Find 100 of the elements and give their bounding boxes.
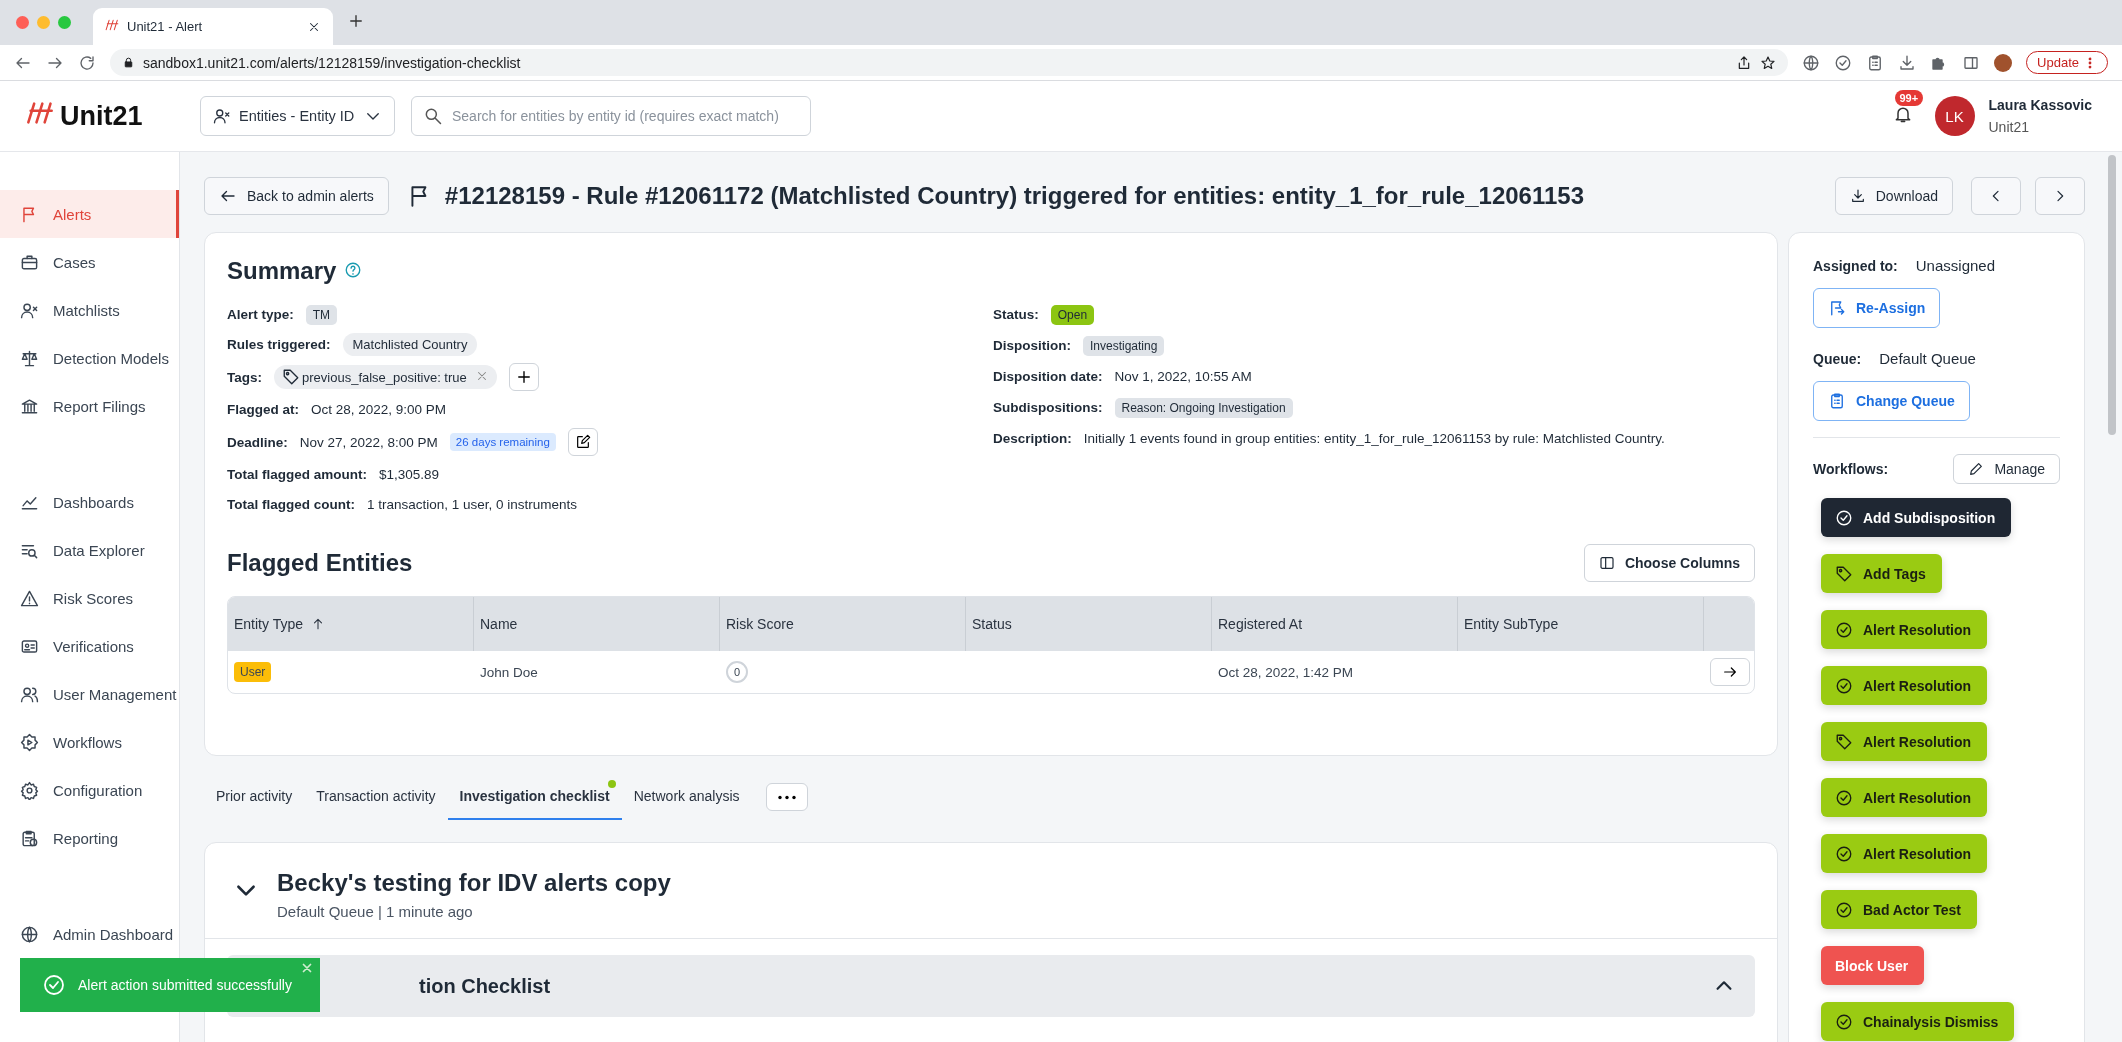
field-label: Assigned to: — [1813, 257, 1898, 274]
column-header[interactable]: Name — [474, 597, 720, 651]
field-value: Default Queue — [1879, 350, 1976, 367]
check-circle-icon — [1835, 620, 1853, 639]
field-label: Description: — [993, 431, 1072, 446]
field-value: 1 transaction, 1 user, 0 instruments — [367, 497, 578, 512]
column-header[interactable]: Risk Score — [720, 597, 966, 651]
briefcase-icon — [20, 252, 39, 272]
check-circle-icon — [1835, 900, 1853, 919]
more-button[interactable] — [765, 783, 808, 811]
tab[interactable]: Transaction activity — [304, 774, 448, 820]
settings-icon — [20, 780, 39, 800]
check-circle-icon — [42, 973, 66, 997]
field-label: Rules triggered: — [227, 337, 331, 352]
previous-button[interactable] — [1971, 177, 2021, 215]
reassign-button[interactable]: Re-Assign — [1813, 288, 1941, 328]
arrow-right-icon — [1722, 664, 1738, 680]
field-label: Disposition: — [993, 338, 1071, 353]
sidebar-item[interactable]: Reporting — [0, 814, 179, 862]
check-circle-icon — [1835, 788, 1853, 807]
edit-deadline-button[interactable] — [567, 428, 598, 456]
table-cell: John Doe — [480, 664, 538, 680]
slashes-icon — [105, 18, 119, 32]
field-label: Queue: — [1813, 350, 1862, 367]
close-window-button[interactable] — [16, 16, 29, 29]
column-header[interactable]: Registered At — [1212, 597, 1458, 651]
workflow-button[interactable]: Alert Resolution — [1821, 722, 1988, 761]
section-title: Summary — [227, 257, 337, 285]
column-header[interactable]: Entity Type — [228, 597, 474, 651]
next-button[interactable] — [2035, 177, 2085, 215]
manage-button[interactable]: Manage — [1953, 454, 2060, 484]
workflow-button[interactable]: Alert Resolution — [1821, 778, 1988, 817]
workflow-button[interactable]: Alert Resolution — [1821, 666, 1988, 705]
sidebar-item[interactable]: Configuration — [0, 766, 179, 814]
sidebar-item[interactable]: Report Filings — [0, 382, 179, 430]
field-label: Total flagged count: — [227, 497, 355, 512]
add-tag-button[interactable] — [508, 363, 539, 391]
minimize-window-button[interactable] — [37, 16, 50, 29]
status-badge: Open — [1050, 304, 1095, 325]
value-chip: Investigating — [1083, 335, 1165, 356]
scrollbar[interactable] — [2108, 155, 2116, 435]
sidebar-item[interactable]: Data Explorer — [0, 526, 179, 574]
field-value: Nov 1, 2022, 10:55 AM — [1114, 369, 1252, 384]
flag-arrow-icon — [1828, 299, 1846, 317]
maximize-window-button[interactable] — [58, 16, 71, 29]
sidebar-item[interactable]: Alerts — [0, 190, 179, 238]
tab[interactable]: Network analysis — [621, 774, 752, 820]
back-button[interactable]: Back to admin alerts — [204, 177, 389, 215]
field-label: Status: — [993, 307, 1039, 322]
change-queue-button[interactable]: Change Queue — [1813, 381, 1970, 421]
user-avatar[interactable]: LK — [1934, 96, 1975, 136]
workflow-button[interactable]: Alert Resolution — [1821, 834, 1988, 873]
profile-avatar[interactable] — [1994, 53, 2013, 72]
sidebar-item[interactable]: Admin Dashboard — [0, 910, 179, 958]
notification-badge: 99+ — [1894, 90, 1924, 106]
entity-select[interactable]: Entities - Entity ID — [200, 96, 395, 136]
globe-icon — [20, 924, 39, 944]
tab[interactable]: Prior activity — [204, 774, 305, 820]
check-circle-icon — [1835, 1012, 1853, 1031]
workflow-button[interactable]: Add Subdisposition — [1821, 498, 2012, 537]
update-button[interactable]: Update — [2026, 51, 2108, 74]
scale-icon — [20, 348, 39, 368]
user-org: Unit21 — [1988, 119, 2030, 135]
bookmark-star-icon — [1760, 54, 1777, 71]
sidebar-item[interactable]: Detection Models — [0, 334, 179, 382]
clipboard-icon — [1828, 392, 1846, 410]
sidebar-item[interactable]: Dashboards — [0, 478, 179, 526]
field-value: Initially 1 events found in group entities: entity_1_for_rule_12061153 by rule: Matchlisted Country. — [1083, 431, 1665, 446]
sidebar-item[interactable]: Cases — [0, 238, 179, 286]
sidebar-item[interactable]: Verifications — [0, 622, 179, 670]
days-remaining-badge: 26 days remaining — [449, 433, 556, 451]
browser-tab[interactable]: Unit21 - Alert — [93, 8, 333, 45]
sidebar-item[interactable]: Matchlists — [0, 286, 179, 334]
download-button[interactable]: Download — [1834, 177, 1953, 215]
column-header[interactable]: Entity SubType — [1458, 597, 1704, 651]
user-name: Laura Kassovic — [1988, 97, 2092, 113]
tag-icon — [1835, 564, 1853, 583]
column-header[interactable]: Status — [966, 597, 1212, 651]
workflow-button[interactable]: Bad Actor Test — [1821, 890, 1977, 929]
download-icon — [1849, 188, 1866, 204]
lock-icon — [122, 56, 135, 69]
tab[interactable]: Investigation checklist — [447, 774, 622, 820]
tag-icon — [282, 368, 300, 386]
sidebar-item[interactable]: User Management — [0, 670, 179, 718]
extension-download-icon — [1898, 53, 1917, 72]
sidebar-item[interactable]: Workflows — [0, 718, 179, 766]
field-label: Workflows: — [1813, 461, 1889, 477]
logo-text: Unit21 — [60, 100, 143, 132]
workflow-button[interactable]: Chainalysis Dismiss — [1821, 1002, 2015, 1041]
sidebar-item[interactable]: Risk Scores — [0, 574, 179, 622]
search-field[interactable]: Search for entities by entity id (requires exact match) — [411, 96, 811, 136]
open-entity-button[interactable] — [1710, 658, 1750, 686]
choose-columns-button[interactable]: Choose Columns — [1583, 544, 1755, 582]
workflow-button[interactable]: Alert Resolution — [1821, 610, 1988, 649]
field-label: Subdispositions: — [993, 400, 1103, 415]
workflow-button[interactable]: Add Tags — [1821, 554, 1942, 593]
person-icon — [213, 107, 231, 125]
close-icon — [300, 961, 314, 975]
address-bar[interactable]: sandbox1.unit21.com/alerts/12128159/investigation-checklist — [110, 49, 1789, 76]
field-label: Tags: — [227, 369, 262, 385]
